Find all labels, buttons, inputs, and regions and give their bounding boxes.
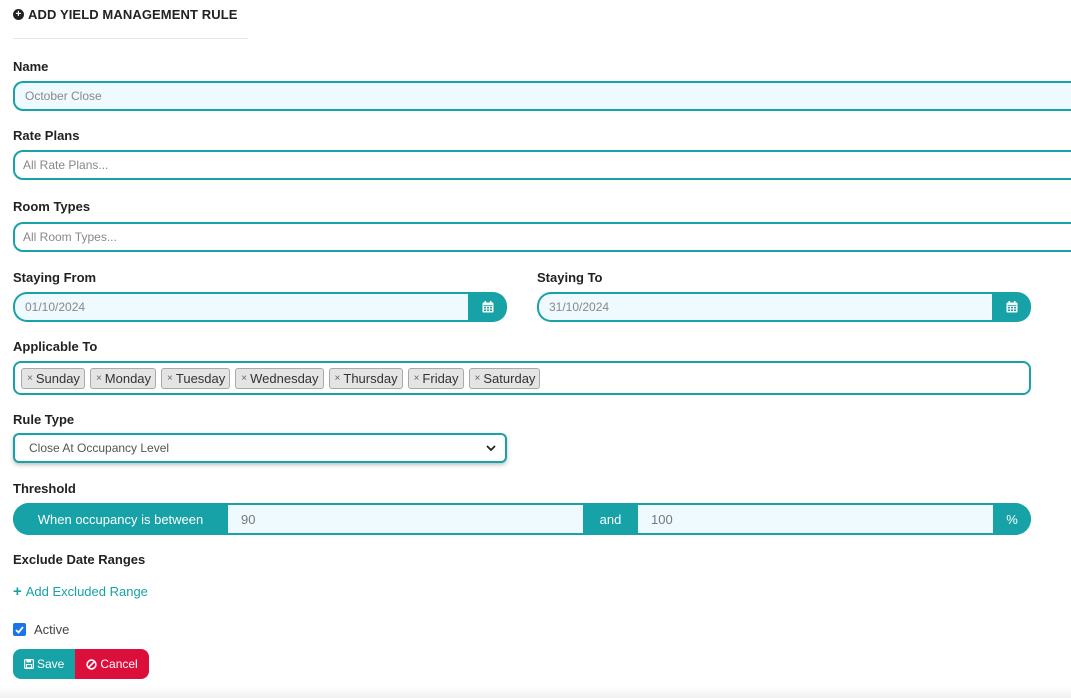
- remove-tag-icon[interactable]: ×: [475, 373, 481, 384]
- active-checkbox[interactable]: [13, 623, 26, 636]
- active-label: Active: [34, 622, 70, 637]
- exclude-ranges-label: Exclude Date Ranges: [13, 552, 146, 567]
- chevron-down-icon: [481, 438, 501, 458]
- staying-from-calendar-button[interactable]: [468, 292, 507, 322]
- day-tag-saturday: × Saturday: [468, 367, 541, 389]
- staying-from-input[interactable]: 01/10/2024: [13, 292, 468, 322]
- form-title-text: ADD YIELD MANAGEMENT RULE: [28, 7, 238, 22]
- staying-from-value: 01/10/2024: [25, 300, 86, 314]
- plus-circle-icon: +: [13, 9, 24, 20]
- save-button[interactable]: Save: [13, 649, 76, 679]
- day-tag-thursday: × Thursday: [328, 367, 403, 389]
- name-input[interactable]: October Close: [13, 81, 1071, 111]
- name-label: Name: [13, 59, 49, 74]
- cancel-label: Cancel: [100, 657, 138, 671]
- rule-type-select[interactable]: Close At Occupancy Level: [13, 433, 507, 463]
- plus-icon: +: [13, 583, 22, 600]
- active-row: Active: [13, 622, 69, 637]
- save-label: Save: [37, 657, 65, 671]
- day-tag-tuesday: × Tuesday: [161, 367, 231, 389]
- rate-plans-select[interactable]: All Rate Plans...: [13, 150, 1071, 180]
- title-divider: [13, 38, 248, 39]
- day-tag-wednesday: × Wednesday: [235, 367, 324, 389]
- day-tag-label: Monday: [104, 370, 152, 386]
- name-input-value: October Close: [25, 89, 102, 103]
- remove-tag-icon[interactable]: ×: [96, 373, 102, 384]
- form-title: + ADD YIELD MANAGEMENT RULE: [13, 7, 238, 22]
- add-excluded-range-link[interactable]: + Add Excluded Range: [13, 584, 148, 599]
- staying-to-label: Staying To: [537, 270, 603, 285]
- threshold-max-value: 100: [651, 511, 673, 527]
- staying-from-label: Staying From: [13, 270, 97, 285]
- day-tag-monday: × Monday: [89, 367, 157, 389]
- remove-tag-icon[interactable]: ×: [167, 373, 173, 384]
- rule-type-label: Rule Type: [13, 412, 75, 427]
- threshold-prefix: When occupancy is between: [13, 503, 228, 535]
- threshold-group: When occupancy is between 90 and 100 %: [13, 503, 1031, 535]
- day-tag-label: Tuesday: [175, 370, 226, 386]
- save-icon: [24, 659, 34, 669]
- threshold-min-value: 90: [241, 511, 256, 527]
- rate-plans-label: Rate Plans: [13, 128, 80, 143]
- day-tag-label: Thursday: [343, 370, 398, 386]
- staying-from-group: 01/10/2024: [13, 292, 507, 322]
- add-excluded-range-text: Add Excluded Range: [25, 584, 148, 599]
- cancel-button[interactable]: Cancel: [75, 649, 149, 679]
- day-tag-label: Sunday: [35, 370, 80, 386]
- remove-tag-icon[interactable]: ×: [241, 373, 247, 384]
- remove-tag-icon[interactable]: ×: [414, 373, 420, 384]
- calendar-icon: [482, 301, 493, 313]
- room-types-label: Room Types: [13, 199, 91, 214]
- threshold-suffix: %: [993, 503, 1031, 535]
- staying-to-calendar-button[interactable]: [992, 292, 1031, 322]
- calendar-icon: [1006, 301, 1017, 313]
- applicable-days-select[interactable]: × Sunday × Monday × Tuesday × Wednesday …: [13, 361, 1031, 395]
- staying-to-group: 31/10/2024: [537, 292, 1031, 322]
- threshold-joiner: and: [583, 503, 638, 535]
- day-tag-label: Friday: [422, 370, 459, 386]
- staying-to-input[interactable]: 31/10/2024: [537, 292, 992, 322]
- room-types-placeholder: All Room Types...: [23, 230, 117, 244]
- applicable-to-label: Applicable To: [13, 339, 98, 354]
- threshold-max-input[interactable]: 100: [638, 505, 993, 533]
- day-tag-sunday: × Sunday: [21, 367, 85, 389]
- day-tag-label: Wednesday: [250, 370, 319, 386]
- action-buttons: Save Cancel: [13, 649, 149, 679]
- day-tag-label: Saturday: [483, 370, 536, 386]
- threshold-label: Threshold: [13, 481, 76, 496]
- threshold-min-input[interactable]: 90: [228, 505, 583, 533]
- page-bottom-edge: [0, 686, 1071, 698]
- day-tag-friday: × Friday: [407, 367, 464, 389]
- rule-type-value: Close At Occupancy Level: [29, 441, 170, 455]
- check-icon: [15, 625, 24, 634]
- rate-plans-placeholder: All Rate Plans...: [23, 158, 109, 172]
- ban-icon: [86, 658, 98, 670]
- staying-to-value: 31/10/2024: [549, 300, 610, 314]
- room-types-select[interactable]: All Room Types...: [13, 222, 1071, 252]
- remove-tag-icon[interactable]: ×: [335, 373, 341, 384]
- remove-tag-icon[interactable]: ×: [27, 373, 33, 384]
